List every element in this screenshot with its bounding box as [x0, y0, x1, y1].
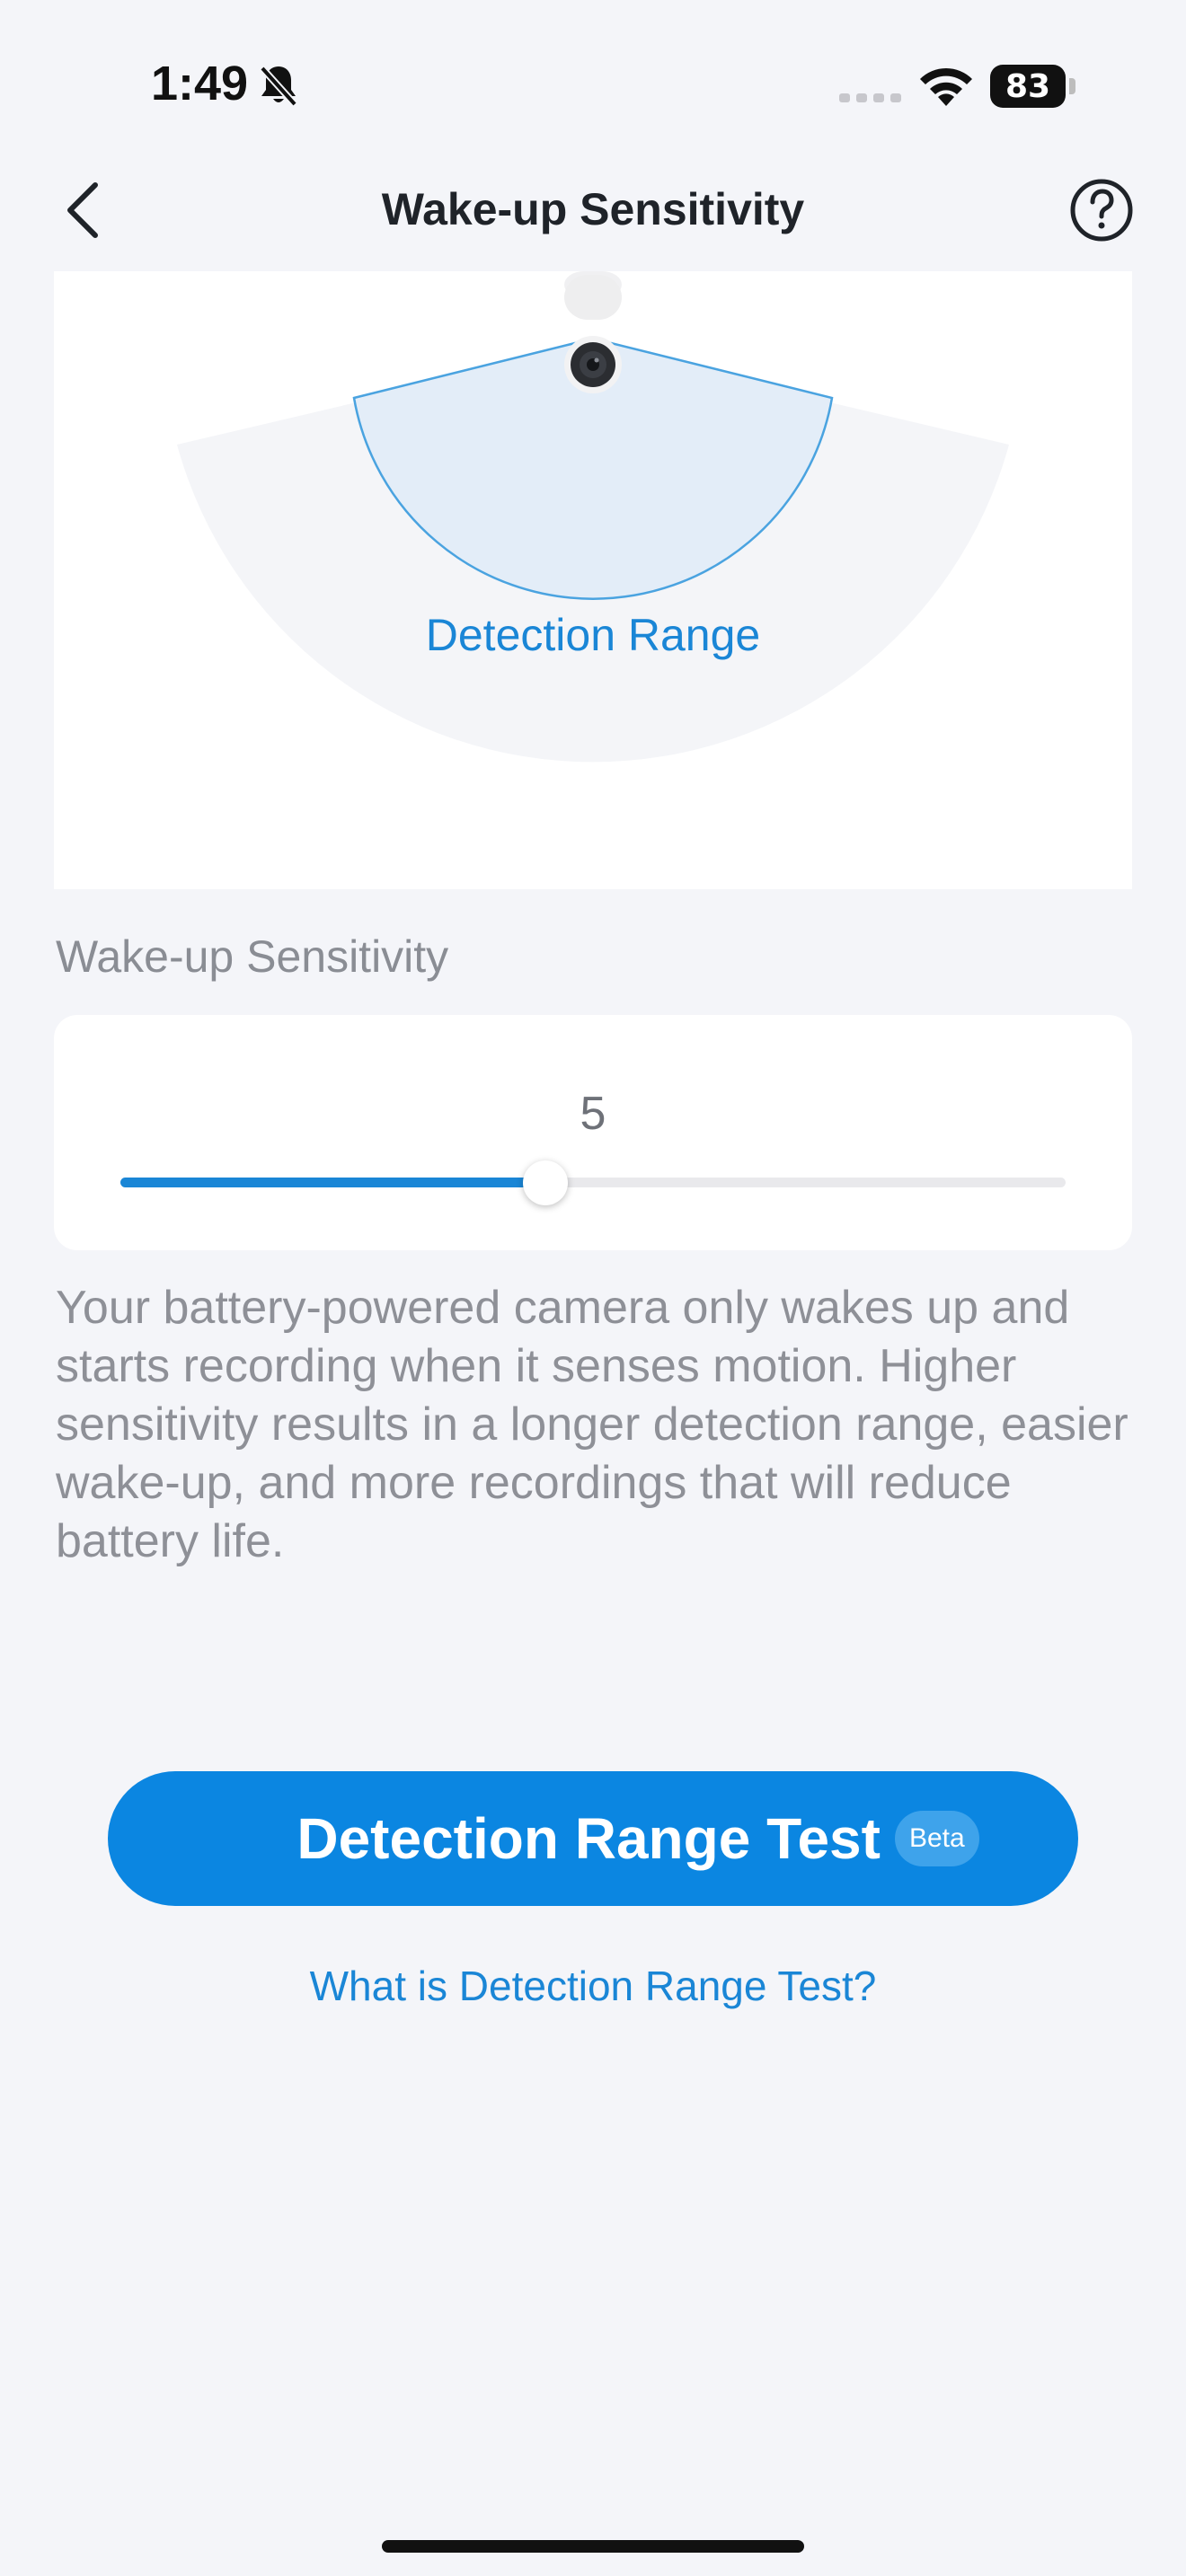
- slider-value: 5: [580, 1088, 606, 1140]
- description-text: Your battery-powered camera only wakes u…: [56, 1282, 1128, 1567]
- status-time: 1:49: [151, 57, 249, 110]
- question-circle-icon[interactable]: [1069, 178, 1134, 243]
- detection-range-label: Detection Range: [425, 610, 761, 660]
- detection-range-diagram: [177, 271, 1009, 763]
- detection-range-illustration: [54, 271, 1132, 889]
- detection-range-test-button[interactable]: Detection Range Test Beta: [108, 1771, 1078, 1906]
- wifi-icon: [920, 67, 972, 106]
- section-label: Wake-up Sensitivity: [56, 931, 449, 982]
- slider-fill: [120, 1178, 545, 1187]
- cellular-signal-icon: [839, 93, 901, 102]
- battery-level: 83: [990, 65, 1066, 108]
- what-is-test-link[interactable]: What is Detection Range Test?: [0, 1962, 1186, 2010]
- bell-slash-icon: [260, 66, 297, 107]
- battery-icon: 83: [990, 65, 1076, 108]
- cta-label: Detection Range Test: [296, 1806, 881, 1871]
- slider-thumb[interactable]: [523, 1160, 568, 1205]
- camera-icon: [564, 271, 622, 393]
- home-indicator: [382, 2540, 804, 2553]
- beta-badge: Beta: [894, 1811, 979, 1866]
- page-title: Wake-up Sensitivity: [381, 184, 805, 234]
